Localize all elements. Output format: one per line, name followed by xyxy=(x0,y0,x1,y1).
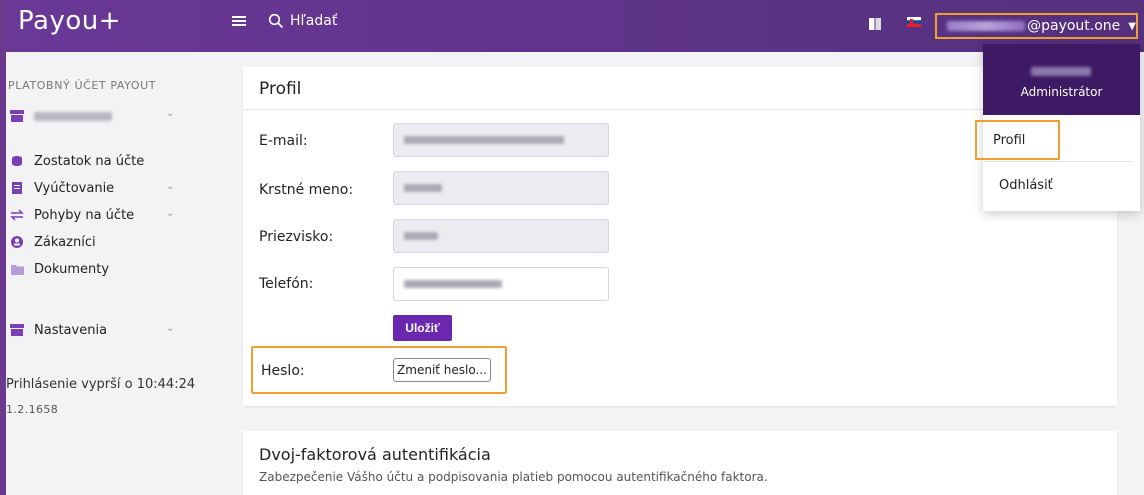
coins-icon xyxy=(10,154,24,168)
book-icon[interactable] xyxy=(868,17,882,31)
user-dropdown-menu: Administrátor Profil Odhlásiť xyxy=(975,44,1140,211)
user-email-redacted xyxy=(947,21,1026,31)
save-button[interactable]: Uložiť xyxy=(393,315,452,341)
app-version: 1.2.1658 xyxy=(6,403,59,416)
user-menu-button[interactable]: @payout.one ▼ xyxy=(935,13,1138,39)
folder-icon xyxy=(10,262,24,276)
change-password-button[interactable]: Zmeniť heslo... xyxy=(393,358,491,382)
sidebar-item-transactions[interactable]: Pohyby na účte ⌄ xyxy=(8,205,188,225)
sidebar-item-label: Zákazníci xyxy=(34,234,96,250)
user-name-redacted xyxy=(1031,67,1091,76)
menu-toggle-button[interactable] xyxy=(230,12,250,32)
chevron-down-icon: ⌄ xyxy=(166,323,175,334)
sidebar-item-label: Pohyby na účte xyxy=(34,207,135,223)
phone-label: Telefón: xyxy=(259,276,314,292)
user-info-header: Administrátor xyxy=(983,44,1140,115)
chevron-down-icon: ⌄ xyxy=(166,208,175,219)
phone-field[interactable] xyxy=(393,267,609,301)
menu-item-profile[interactable]: Profil xyxy=(975,120,1060,160)
two-factor-card: Dvoj-faktorová autentifikácia Zabezpečen… xyxy=(243,431,1117,495)
sidebar-item-customers[interactable]: Zákazníci xyxy=(8,232,188,252)
menu-item-logout[interactable]: Odhlásiť xyxy=(999,178,1053,193)
logo[interactable]: Payou+ xyxy=(18,6,121,36)
sidebar-item-label: Nastavenia xyxy=(34,322,108,338)
app-frame: Payou+ Hľadať @payout.one ▼ PLATOBNÝ ÚČE… xyxy=(0,0,1144,495)
hamburger-icon xyxy=(232,16,246,26)
redacted-value xyxy=(404,136,564,144)
customers-icon xyxy=(10,235,24,249)
redacted-value xyxy=(404,184,442,192)
store-icon xyxy=(10,110,24,122)
user-role: Administrátor xyxy=(1020,85,1103,99)
sidebar-item-label: Zostatok na účte xyxy=(34,153,145,169)
sidebar-heading: PLATOBNÝ ÚČET PAYOUT xyxy=(8,79,157,92)
search-button[interactable]: Hľadať xyxy=(268,13,337,29)
account-selector[interactable]: ⌄ xyxy=(8,107,188,125)
sidebar-item-settings[interactable]: Nastavenia ⌄ xyxy=(8,320,188,340)
two-factor-subtitle: Zabezpečenie Vášho účtu a podpisovania p… xyxy=(259,470,768,484)
sidebar: PLATOBNÝ ÚČET PAYOUT ⌄ Zostatok na účte … xyxy=(6,52,197,495)
email-field xyxy=(393,123,609,157)
password-label: Heslo: xyxy=(261,363,305,379)
left-edge xyxy=(0,0,6,495)
top-bar: Payou+ Hľadať @payout.one ▼ xyxy=(0,0,1144,52)
sidebar-item-documents[interactable]: Dokumenty xyxy=(8,259,188,279)
chevron-down-icon: ⌄ xyxy=(166,181,175,192)
chevron-down-icon: ⌄ xyxy=(166,108,175,119)
settings-icon xyxy=(10,323,24,337)
first-name-label: Krstné meno: xyxy=(259,182,354,198)
user-email-domain: @payout.one xyxy=(1027,18,1121,34)
invoice-icon xyxy=(10,181,24,195)
slovak-flag-icon[interactable] xyxy=(907,17,921,27)
first-name-field xyxy=(393,171,609,205)
last-name-field xyxy=(393,219,609,253)
sidebar-item-label: Vyúčtovanie xyxy=(34,180,115,196)
account-name-redacted xyxy=(34,111,112,121)
two-factor-title: Dvoj-faktorová autentifikácia xyxy=(259,445,491,464)
password-row: Heslo: Zmeniť heslo... xyxy=(251,346,507,394)
transfer-icon xyxy=(10,208,24,222)
sidebar-item-label: Dokumenty xyxy=(34,261,110,277)
chevron-down-icon: ▼ xyxy=(1128,20,1136,32)
profile-title: Profil xyxy=(259,79,302,99)
session-expiry-text: Prihlásenie vyprší o 10:44:24 xyxy=(6,377,196,392)
last-name-label: Priezvisko: xyxy=(259,229,334,245)
divider xyxy=(983,161,1133,162)
redacted-value xyxy=(404,280,502,288)
redacted-value xyxy=(404,232,438,240)
search-icon xyxy=(268,13,284,29)
sidebar-item-balance[interactable]: Zostatok na účte xyxy=(8,151,188,171)
sidebar-item-billing[interactable]: Vyúčtovanie ⌄ xyxy=(8,178,188,198)
email-label: E-mail: xyxy=(259,133,308,149)
search-label: Hľadať xyxy=(290,13,338,29)
